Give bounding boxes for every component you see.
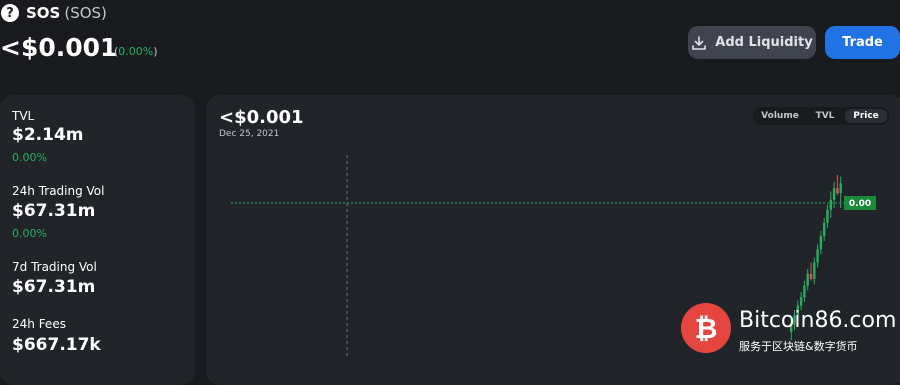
token-price-change: (0.00%) <box>114 45 158 58</box>
candle-body <box>836 188 839 194</box>
candle-body <box>829 199 832 210</box>
token-name: SOS (SOS) <box>26 4 107 22</box>
candle-body <box>823 222 826 237</box>
candle-body <box>826 209 829 223</box>
stat-24h-vol-label: 24h Trading Vol <box>12 184 105 198</box>
stat-24h-vol-change: 0.00% <box>12 227 47 240</box>
token-price: <$0.001 <box>0 33 118 62</box>
trade-label: Trade <box>842 35 883 50</box>
bitcoin-logo-icon: ₿ <box>681 303 731 353</box>
candle-body <box>806 274 809 286</box>
stat-tvl-label: TVL <box>12 109 35 123</box>
stat-tvl-value: $2.14m <box>12 125 84 145</box>
token-symbol: (SOS) <box>64 4 107 22</box>
watermark-name: Bitcoin86.com <box>739 308 897 333</box>
candle-body <box>799 297 803 306</box>
candle-body <box>813 262 816 279</box>
candle-body <box>809 274 813 279</box>
candle-body <box>819 236 823 250</box>
question-circle-icon: ? <box>1 4 19 22</box>
candle-body <box>832 188 836 200</box>
stat-tvl-change: 0.00% <box>12 151 47 164</box>
stat-7d-vol-value: $67.31m <box>12 277 96 297</box>
watermark-tagline: 服务于区块链&数字货币 <box>739 340 858 353</box>
add-liquidity-label: Add Liquidity <box>715 35 813 50</box>
trade-button[interactable]: Trade <box>825 26 900 59</box>
candle-body <box>839 183 842 194</box>
token-name-text: SOS <box>26 4 61 22</box>
stat-24h-fees-label: 24h Fees <box>12 317 66 331</box>
stat-7d-vol-label: 7d Trading Vol <box>12 260 97 274</box>
token-price-change-value: 0.00% <box>118 45 154 58</box>
price-tag-label: 0.00 <box>849 199 871 209</box>
stat-24h-fees-value: $667.17k <box>12 335 101 355</box>
candle-body <box>803 285 806 298</box>
add-liquidity-button[interactable]: Add Liquidity <box>688 26 816 59</box>
download-icon <box>692 35 707 50</box>
stats-card: TVL $2.14m 0.00% 24h Trading Vol $67.31m… <box>0 95 195 385</box>
stat-24h-vol-value: $67.31m <box>12 201 96 221</box>
candle-body <box>816 249 819 263</box>
